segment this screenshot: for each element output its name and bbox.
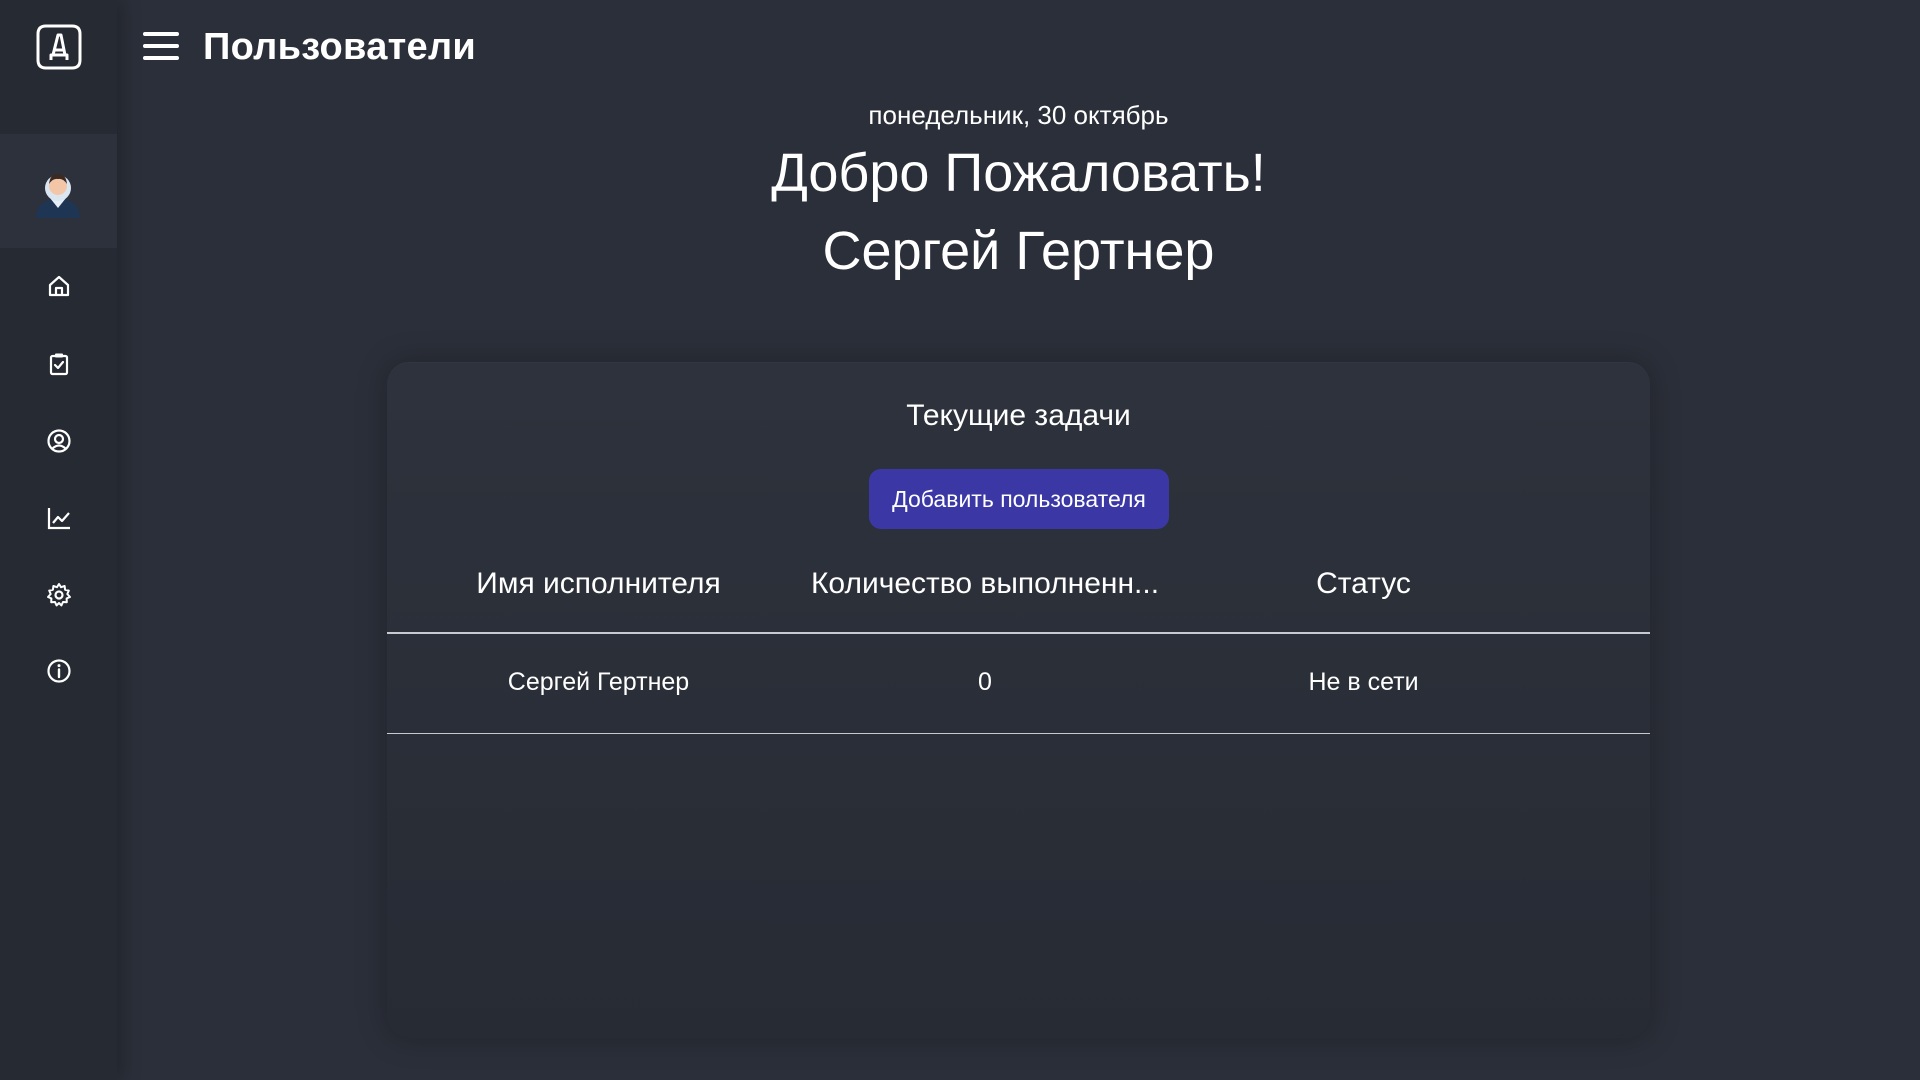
tasks-card: Текущие задачи Добавить пользователя Имя… bbox=[387, 362, 1650, 1038]
page-title: Пользователи bbox=[203, 26, 477, 68]
user-circle-icon bbox=[46, 429, 71, 453]
column-header-completed-count[interactable]: Количество выполненн... bbox=[807, 562, 1163, 606]
cell-name: Сергей Гертнер bbox=[507, 668, 690, 696]
add-user-button[interactable]: Добавить пользователя bbox=[869, 469, 1169, 529]
cell-completed-count: 0 bbox=[978, 668, 992, 696]
column-header-name[interactable]: Имя исполнителя bbox=[467, 562, 730, 606]
tasks-icon bbox=[49, 353, 68, 376]
sidebar-item-home[interactable] bbox=[0, 256, 117, 316]
welcome-heading: Добро Пожаловать! bbox=[771, 143, 1266, 203]
logo-icon[interactable] bbox=[34, 22, 84, 72]
users-table: Имя исполнителя Количество выполненн... … bbox=[387, 542, 1650, 734]
sidebar-item-info[interactable] bbox=[0, 641, 117, 701]
sidebar-item-statistics[interactable] bbox=[0, 488, 117, 548]
home-icon bbox=[48, 275, 69, 297]
avatar[interactable] bbox=[0, 134, 117, 248]
sidebar-item-settings[interactable] bbox=[0, 565, 117, 625]
current-date: понедельник, 30 октябрь bbox=[868, 100, 1169, 130]
table-row[interactable]: Сергей Гертнер 0 Не в сети bbox=[387, 634, 1650, 734]
card-title: Текущие задачи bbox=[906, 399, 1131, 432]
menu-button[interactable] bbox=[140, 28, 184, 66]
user-avatar-icon bbox=[36, 174, 80, 218]
info-icon bbox=[46, 659, 71, 683]
column-header-status[interactable]: Статус bbox=[1232, 562, 1495, 606]
sidebar-item-tasks[interactable] bbox=[0, 334, 117, 394]
gear-icon bbox=[46, 583, 71, 607]
sidebar bbox=[0, 0, 117, 1080]
hamburger-menu-icon bbox=[143, 32, 179, 60]
table-header: Имя исполнителя Количество выполненн... … bbox=[387, 542, 1650, 634]
sidebar-item-users[interactable] bbox=[0, 411, 117, 471]
cell-status: Не в сети bbox=[1308, 668, 1419, 696]
user-name-heading: Сергей Гертнер bbox=[822, 221, 1215, 281]
chart-icon bbox=[47, 508, 70, 530]
